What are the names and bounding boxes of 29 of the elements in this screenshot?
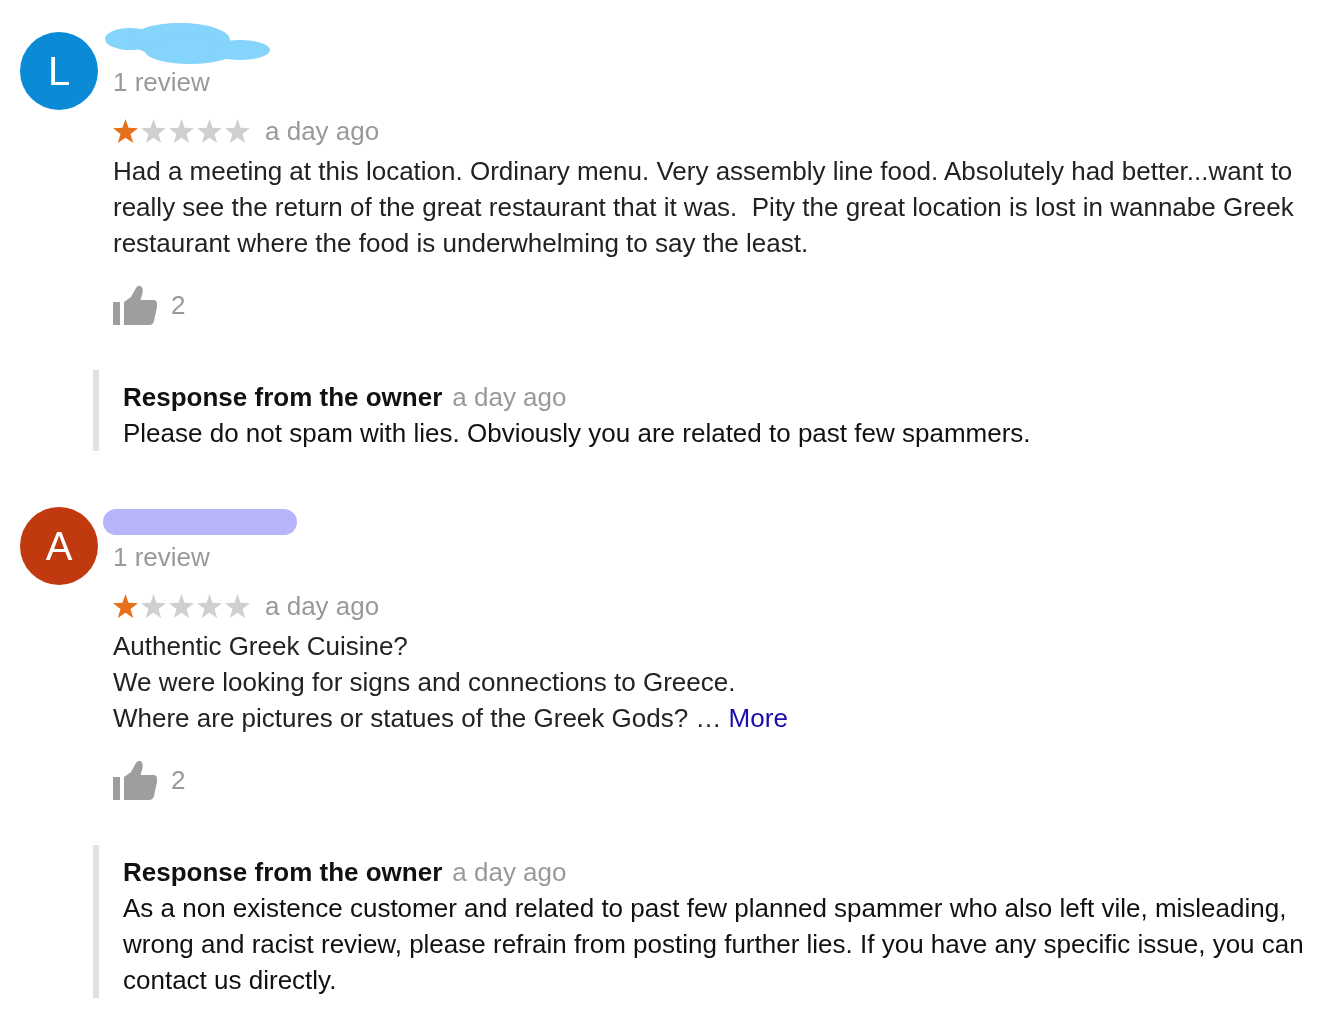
review-count: 1 review (113, 66, 210, 99)
response-title: Response from the owner (123, 381, 443, 414)
thumbs-up-icon (113, 760, 157, 800)
review-time: a day ago (265, 115, 380, 148)
response-text: As a non existence customer and related to past few planned spammer who also left vile, misleading, wrong and racist review, please refrain from posting further lies. If you have any specific issue, you can contact us directly. (123, 892, 1305, 997)
star-icon (169, 119, 194, 143)
star-icon (225, 119, 250, 143)
like-button[interactable]: 2 (113, 285, 186, 325)
star-icon (169, 594, 194, 618)
review-count: 1 review (113, 541, 210, 574)
star-icon (113, 594, 138, 618)
response-time: a day ago (452, 381, 567, 414)
response-text: Please do not spam with lies. Obviously you are related to past few spammers. (123, 417, 1032, 450)
avatar: L (20, 32, 98, 110)
star-icon (141, 594, 166, 618)
review-text: Had a meeting at this location. Ordinary menu. Very assembly line food. Absolutely had better...want to really see the return of the great restaurant that it was. Pity the great location is lost in wannabe Greek restaurant where the food is underwhelming to say the least. (113, 155, 1295, 260)
star-icon (225, 594, 250, 618)
like-button[interactable]: 2 (113, 760, 186, 800)
star-icon (141, 119, 166, 143)
star-icon (113, 119, 138, 143)
star-icon (197, 119, 222, 143)
review-text: Authentic Greek Cuisine? We were looking for signs and connections to Greece. Where are pictures or statues of the Greek Gods? … More (113, 630, 789, 735)
thumbs-up-icon (113, 285, 157, 325)
review-time: a day ago (265, 590, 380, 623)
response-time: a day ago (452, 856, 567, 889)
avatar: A (20, 507, 98, 585)
more-link[interactable]: More (728, 703, 788, 733)
response-title: Response from the owner (123, 856, 443, 889)
star-icon (197, 594, 222, 618)
